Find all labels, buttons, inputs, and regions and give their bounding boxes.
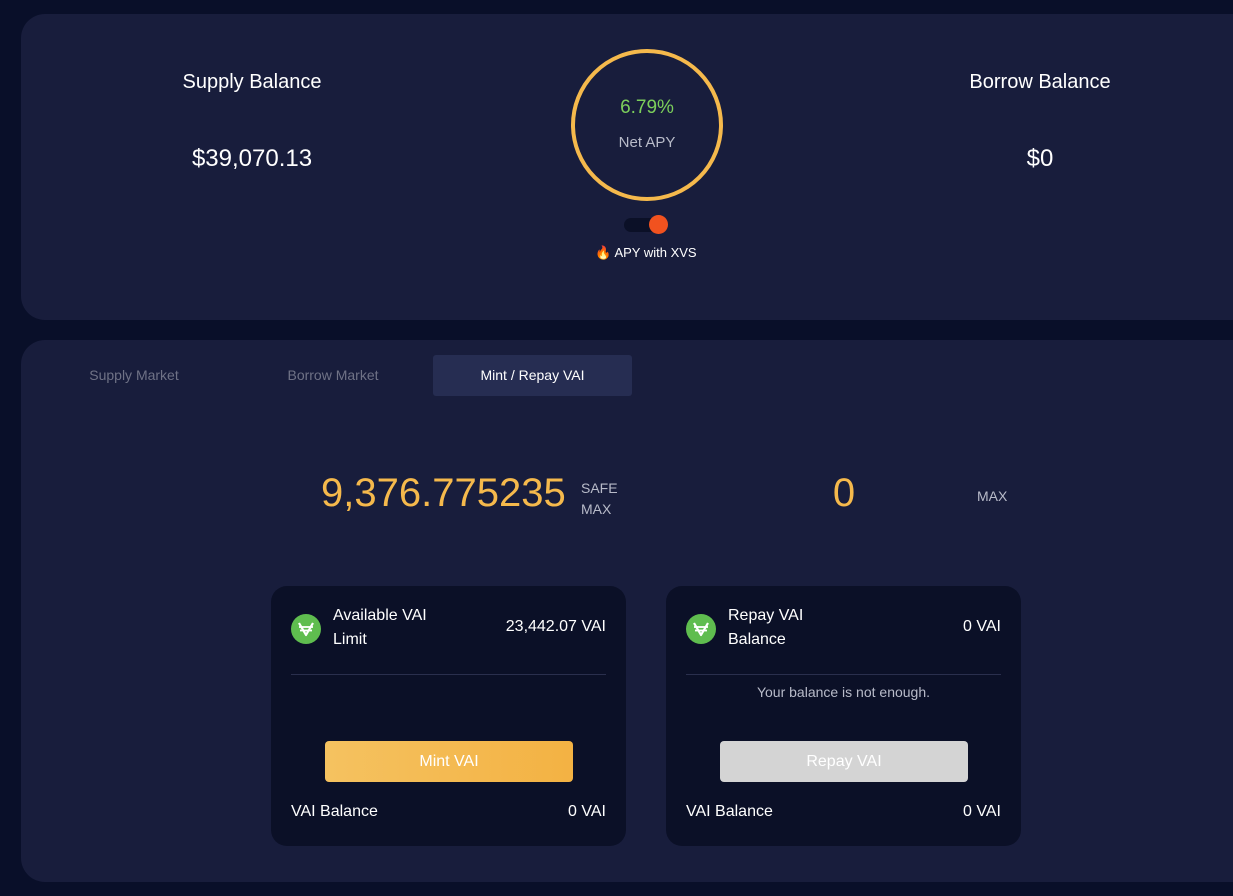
- market-panel: Supply Market Borrow Market Mint / Repay…: [21, 340, 1233, 882]
- available-vai-limit-line2: Limit: [333, 631, 367, 648]
- insufficient-balance-message: Your balance is not enough.: [756, 684, 931, 700]
- vai-token-icon: [686, 614, 716, 644]
- divider: [291, 674, 606, 675]
- supply-balance-value: $39,070.13: [191, 145, 313, 172]
- net-apy-label: Net APY: [618, 134, 676, 151]
- repay-max-button[interactable]: MAX: [977, 488, 1007, 504]
- repay-vai-button[interactable]: Repay VAI: [720, 741, 968, 782]
- vai-balance-label: VAI Balance: [686, 803, 773, 820]
- vai-token-icon: [291, 614, 321, 644]
- fire-icon: 🔥: [595, 245, 612, 260]
- tab-supply-market[interactable]: Supply Market: [34, 355, 234, 396]
- toggle-knob[interactable]: [649, 215, 668, 234]
- tab-mint-repay-vai[interactable]: Mint / Repay VAI: [433, 355, 632, 396]
- mint-vai-card: Available VAI Limit 23,442.07 VAI Mint V…: [271, 586, 626, 846]
- divider: [686, 674, 1001, 675]
- available-vai-limit-label: Available VAI Limit: [333, 604, 453, 652]
- repay-amount-input[interactable]: 0: [811, 471, 877, 516]
- vai-balance-value: 0 VAI: [568, 803, 606, 820]
- repay-vai-balance-value: 0 VAI: [963, 618, 1001, 635]
- tab-borrow-market[interactable]: Borrow Market: [233, 355, 433, 396]
- mint-amount-input[interactable]: 9,376.775235: [321, 471, 566, 516]
- vai-balance-label: VAI Balance: [291, 803, 378, 820]
- apy-with-xvs-label: 🔥 APY with XVS: [581, 245, 711, 261]
- safe-max-line1: SAFE: [581, 480, 618, 496]
- borrow-balance-value: $0: [1026, 145, 1054, 172]
- safe-max-button[interactable]: SAFE MAX: [581, 478, 618, 520]
- repay-vai-card: Repay VAI Balance 0 VAI Your balance is …: [666, 586, 1021, 846]
- vai-balance-value: 0 VAI: [963, 803, 1001, 820]
- apy-with-xvs-text: APY with XVS: [614, 245, 697, 260]
- mint-vai-button[interactable]: Mint VAI: [325, 741, 573, 782]
- net-apy-ring: 6.79% Net APY: [571, 49, 723, 201]
- summary-panel: Supply Balance $39,070.13 6.79% Net APY …: [21, 14, 1233, 320]
- net-apy-value: 6.79%: [620, 97, 674, 118]
- repay-vai-balance-line2: Balance: [728, 631, 786, 648]
- repay-vai-balance-line1: Repay VAI: [728, 607, 804, 624]
- repay-vai-balance-label: Repay VAI Balance: [728, 604, 848, 652]
- borrow-balance-label: Borrow Balance: [969, 71, 1111, 93]
- available-vai-limit-value: 23,442.07 VAI: [505, 618, 606, 635]
- supply-balance-label: Supply Balance: [182, 71, 322, 93]
- safe-max-line2: MAX: [581, 501, 612, 517]
- apy-with-xvs-toggle[interactable]: [624, 215, 668, 234]
- available-vai-limit-line1: Available VAI: [333, 607, 427, 624]
